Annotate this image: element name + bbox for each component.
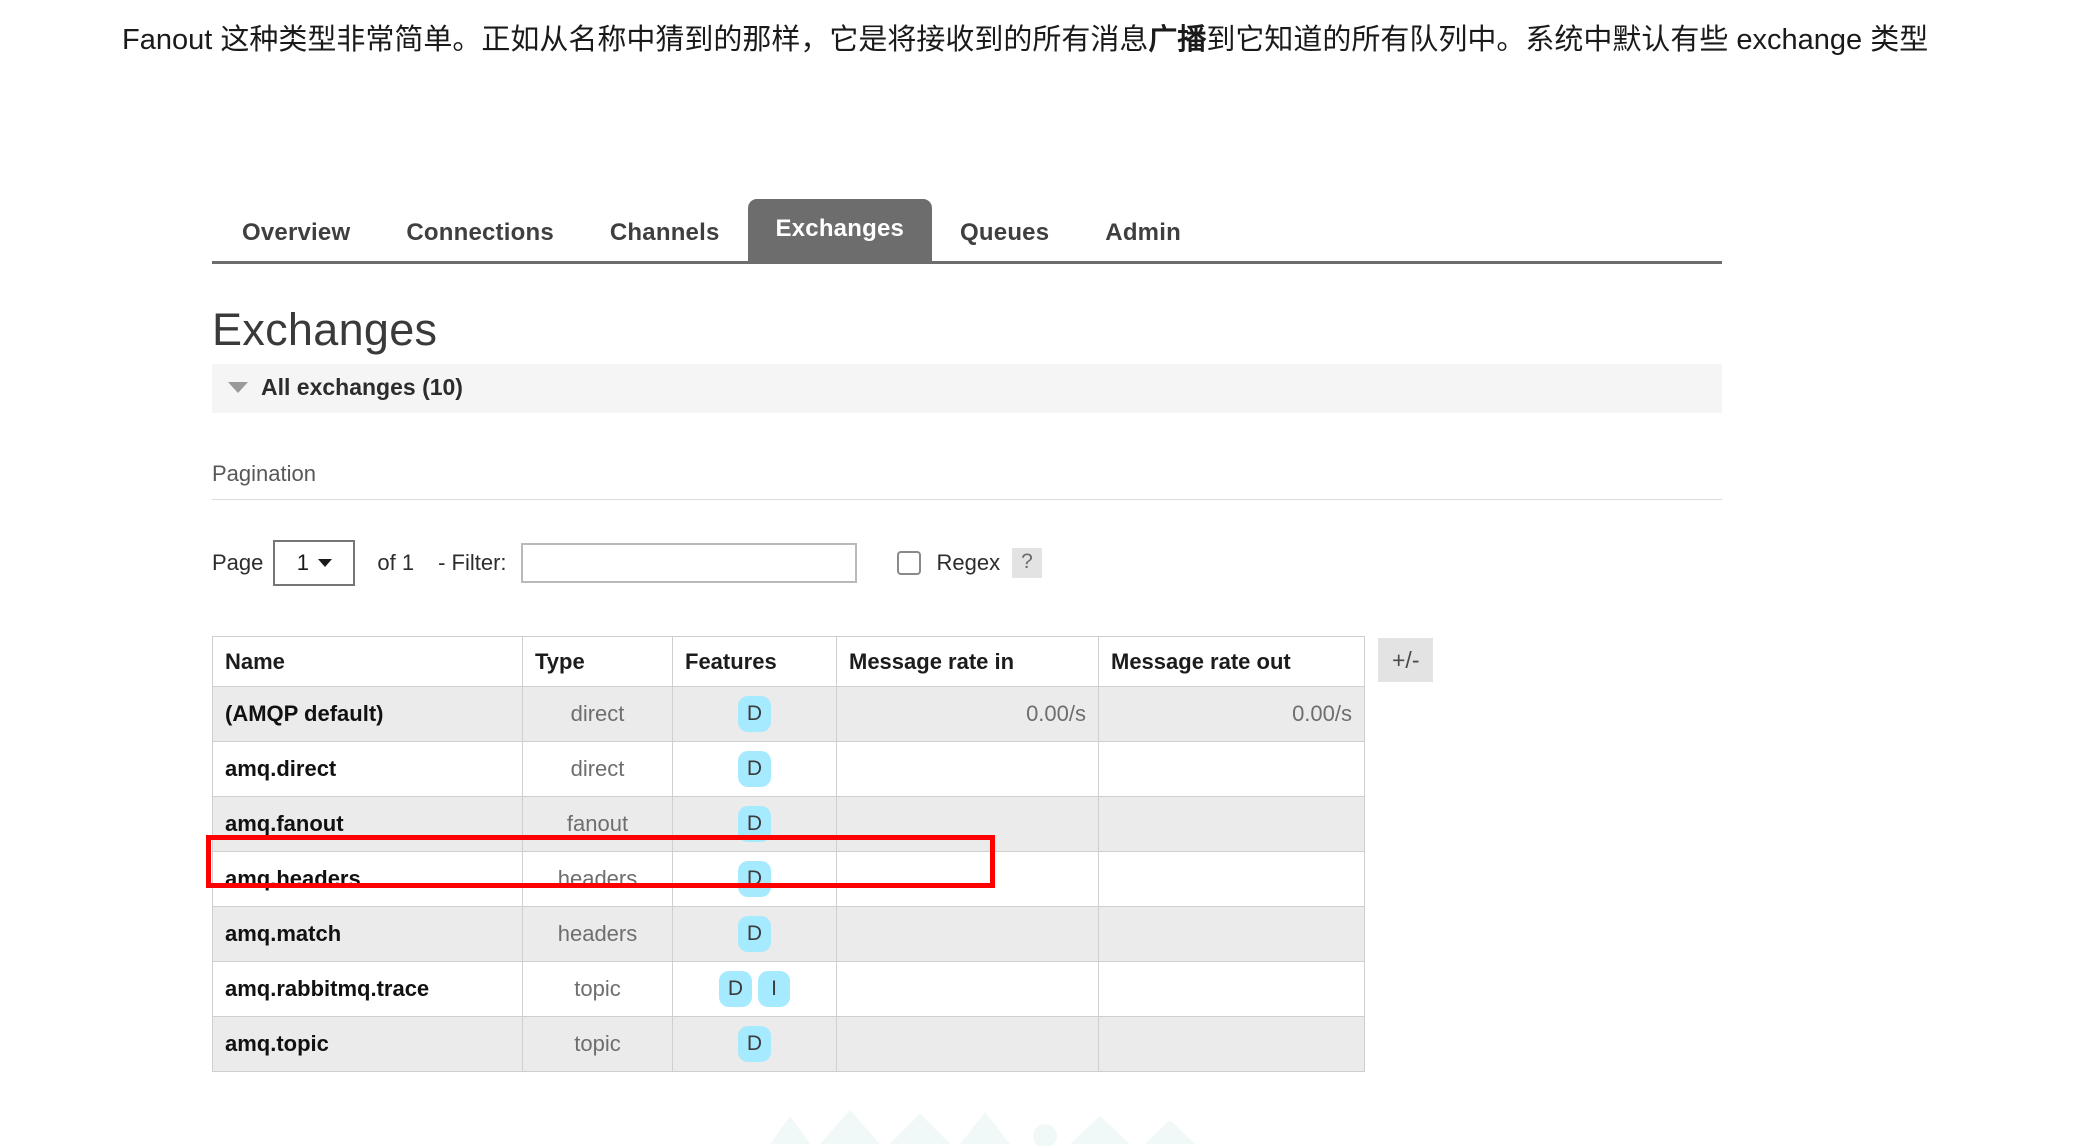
table-row[interactable]: amq.direct direct D (212, 741, 1365, 797)
cell-message-rate-in (836, 741, 1099, 797)
cell-message-rate-in (836, 796, 1099, 852)
exchanges-table-wrapper: Name Type Features Message rate in Messa… (212, 636, 1722, 1072)
pagination-controls: Page 1 of 1 - Filter: Regex ? (212, 540, 1722, 586)
page-total-label: of 1 (377, 550, 415, 575)
cell-exchange-name[interactable]: amq.rabbitmq.trace (212, 961, 523, 1017)
cell-message-rate-in (836, 1016, 1099, 1072)
cell-exchange-name[interactable]: amq.topic (212, 1016, 523, 1072)
tab-exchanges[interactable]: Exchanges (747, 199, 933, 261)
column-toggle-button[interactable]: +/- (1378, 638, 1434, 682)
pagination-heading: Pagination (212, 461, 1722, 500)
cell-message-rate-in (836, 851, 1099, 907)
table-row[interactable]: amq.topic topic D (212, 1016, 1365, 1072)
feature-badge: D (737, 916, 772, 952)
cell-exchange-features: DI (672, 961, 837, 1017)
column-header-rate-out[interactable]: Message rate out (1098, 636, 1365, 687)
watermark-logo (770, 1110, 1195, 1146)
page-number-select[interactable]: 1 (273, 540, 356, 586)
cell-message-rate-in (836, 961, 1099, 1017)
table-row[interactable]: (AMQP default) direct D 0.00/s 0.00/s (212, 686, 1365, 742)
exchanges-table-body: (AMQP default) direct D 0.00/s 0.00/s amq.dir… (212, 686, 1365, 1072)
table-header-row: Name Type Features Message rate in Messa… (212, 636, 1365, 687)
cell-exchange-name[interactable]: amq.headers (212, 851, 523, 907)
regex-checkbox[interactable] (896, 551, 921, 575)
cell-message-rate-out (1098, 1016, 1365, 1072)
tab-connections[interactable]: Connections (378, 207, 582, 261)
feature-badge: D (737, 696, 772, 732)
page-number-value: 1 (296, 550, 310, 575)
rabbitmq-management-panel: Overview Connections Channels Exchanges … (212, 196, 1722, 1072)
regex-help-icon[interactable]: ? (1012, 548, 1042, 578)
article-text: Fanout 这种类型非常简单。正如从名称中猜到的那样，它是将接收到的所有消息广… (0, 0, 2020, 66)
cell-exchange-features: D (672, 796, 837, 852)
feature-badge: D (737, 751, 772, 787)
regex-label: Regex (936, 550, 1001, 575)
feature-badge: D (737, 1026, 772, 1062)
chevron-down-icon (318, 559, 333, 567)
article-paragraph: Fanout 这种类型非常简单。正如从名称中猜到的那样，它是将接收到的所有消息广… (122, 24, 1929, 56)
cell-exchange-features: D (672, 686, 837, 742)
cell-exchange-features: D (672, 1016, 837, 1072)
cell-exchange-features: D (672, 741, 837, 797)
cell-exchange-type: topic (522, 961, 673, 1017)
cell-message-rate-in: 0.00/s (836, 686, 1099, 742)
filter-input[interactable] (520, 543, 857, 583)
cell-message-rate-out (1098, 961, 1365, 1017)
column-header-features[interactable]: Features (672, 636, 837, 687)
exchanges-table-head: Name Type Features Message rate in Messa… (212, 636, 1365, 687)
cell-exchange-name[interactable]: amq.match (212, 906, 523, 962)
table-row[interactable]: amq.match headers D (212, 906, 1365, 962)
tab-queues[interactable]: Queues (932, 207, 1077, 261)
exchanges-table: Name Type Features Message rate in Messa… (212, 636, 1365, 1072)
all-exchanges-label: All exchanges (10) (261, 374, 463, 400)
main-navigation-tabs: Overview Connections Channels Exchanges … (212, 196, 1722, 264)
column-header-type[interactable]: Type (522, 636, 673, 687)
cell-exchange-type: direct (522, 686, 673, 742)
cell-message-rate-out: 0.00/s (1098, 686, 1365, 742)
feature-badge: D (718, 971, 753, 1007)
cell-exchange-name[interactable]: (AMQP default) (212, 686, 523, 742)
filter-label: - Filter: (438, 550, 507, 575)
cell-message-rate-in (836, 906, 1099, 962)
table-row[interactable]: amq.rabbitmq.trace topic D I (212, 961, 1365, 1017)
feature-badge: D (737, 861, 772, 897)
cell-exchange-features: D (672, 906, 837, 962)
cell-exchange-type: fanout (522, 796, 673, 852)
table-row[interactable]: amq.fanout fanout D (212, 796, 1365, 852)
page-title: Exchanges (212, 304, 438, 355)
cell-exchange-name[interactable]: amq.fanout (212, 796, 523, 852)
feature-badge: D (737, 806, 772, 842)
cell-message-rate-out (1098, 796, 1365, 852)
caret-down-icon (228, 382, 248, 393)
tab-overview[interactable]: Overview (214, 207, 378, 261)
cell-exchange-type: headers (522, 851, 673, 907)
cell-exchange-features: D (672, 851, 837, 907)
cell-exchange-type: headers (522, 906, 673, 962)
page-label: Page (212, 550, 264, 575)
cell-message-rate-out (1098, 741, 1365, 797)
table-row[interactable]: amq.headers headers D (212, 851, 1365, 907)
cell-message-rate-out (1098, 851, 1365, 907)
tab-list: Overview Connections Channels Exchanges … (212, 196, 1722, 261)
cell-exchange-type: topic (522, 1016, 673, 1072)
feature-badge: I (758, 971, 791, 1007)
cell-exchange-name[interactable]: amq.direct (212, 741, 523, 797)
all-exchanges-section-header[interactable]: All exchanges (10) (212, 364, 1722, 413)
column-header-name[interactable]: Name (212, 636, 523, 687)
cell-exchange-type: direct (522, 741, 673, 797)
column-header-rate-in[interactable]: Message rate in (836, 636, 1099, 687)
tab-admin[interactable]: Admin (1077, 207, 1209, 261)
cell-message-rate-out (1098, 906, 1365, 962)
tab-channels[interactable]: Channels (582, 207, 748, 261)
